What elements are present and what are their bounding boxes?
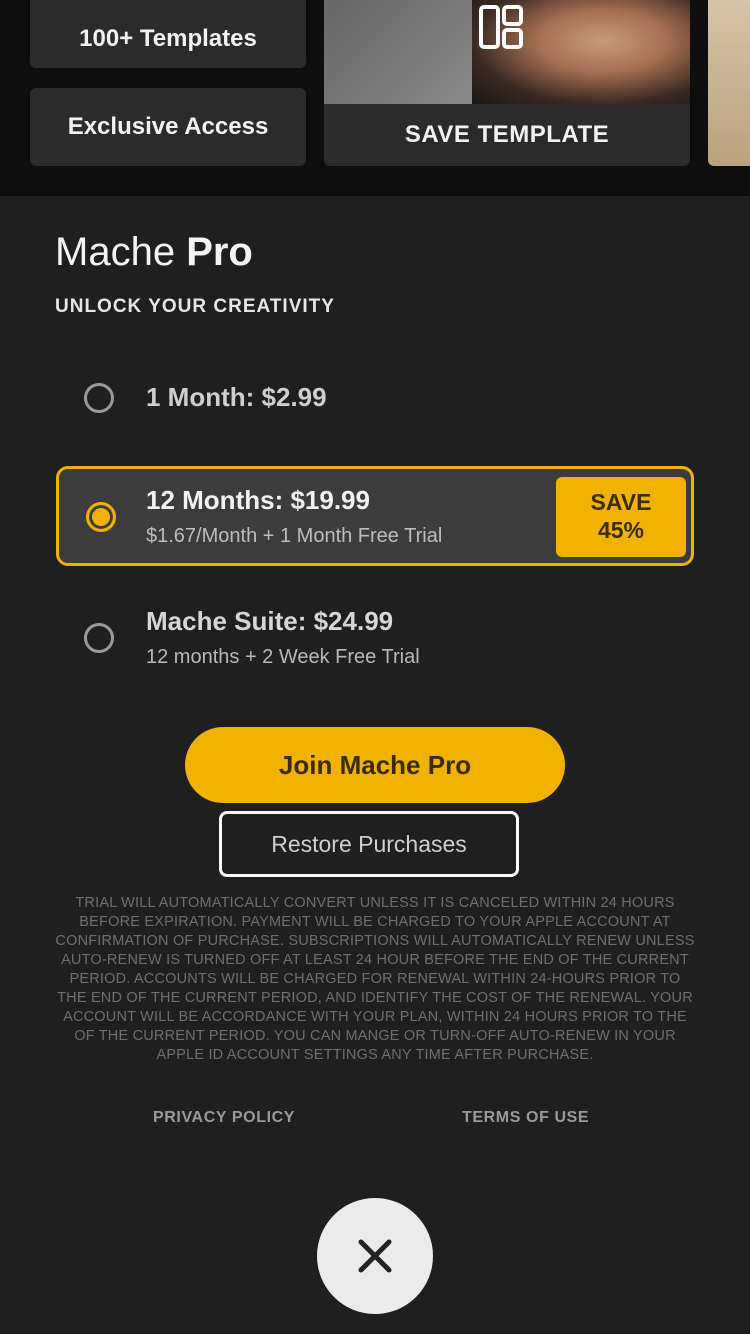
page-subtitle: UNLOCK YOUR CREATIVITY [55, 296, 335, 317]
join-mache-pro-button[interactable]: Join Mache Pro [185, 727, 565, 803]
page-title: Mache Pro [55, 230, 253, 275]
radio-button[interactable] [84, 383, 114, 413]
save-template-card: SAVE TEMPLATE [324, 0, 690, 166]
plan-option-12-months[interactable]: 12 Months: $19.99 $1.67/Month + 1 Month … [56, 466, 694, 566]
save-badge-label: SAVE [590, 489, 652, 516]
save-template-label: SAVE TEMPLATE [404, 121, 610, 148]
legal-disclaimer: TRIAL WILL AUTOMATICALLY CONVERT UNLESS … [55, 895, 695, 1063]
title-regular: Mache [55, 230, 176, 274]
feature-templates-label: 100+ Templates [79, 25, 257, 52]
template-preview-image [324, 0, 690, 104]
save-badge-percent: 45% [597, 517, 645, 543]
plan-name: 12 Months: $19.99 [146, 485, 370, 515]
plan-detail: 12 months + 2 Week Free Trial [146, 646, 420, 668]
close-icon [358, 1239, 392, 1273]
radio-button[interactable] [84, 623, 114, 653]
next-card-preview [708, 0, 750, 166]
title-bold: Pro [186, 230, 253, 274]
privacy-policy-link[interactable]: PRIVACY POLICY [153, 1109, 295, 1127]
feature-templates: 100+ Templates [30, 0, 306, 68]
feature-exclusive-access-label: Exclusive Access [67, 113, 269, 140]
plan-option-mache-suite[interactable]: Mache Suite: $24.99 12 months + 2 Week F… [56, 600, 694, 676]
save-badge: SAVE 45% [556, 477, 686, 557]
close-button[interactable] [317, 1198, 433, 1314]
plan-name: 1 Month: $2.99 [146, 382, 327, 412]
feature-exclusive-access: Exclusive Access [30, 88, 306, 166]
plan-name: Mache Suite: $24.99 [146, 606, 394, 636]
radio-button-selected[interactable] [86, 502, 116, 532]
paywall-panel: Mache Pro UNLOCK YOUR CREATIVITY 1 Month… [0, 196, 750, 1334]
plan-option-1-month[interactable]: 1 Month: $2.99 [56, 366, 694, 430]
plan-detail: $1.67/Month + 1 Month Free Trial [146, 525, 443, 547]
template-background [324, 0, 474, 104]
feature-preview-strip: 100+ Templates Exclusive Access SAVE TEM… [0, 0, 750, 196]
layout-icon [479, 5, 523, 49]
terms-of-use-link[interactable]: TERMS OF USE [462, 1109, 589, 1127]
restore-purchases-button[interactable]: Restore Purchases [219, 811, 519, 877]
